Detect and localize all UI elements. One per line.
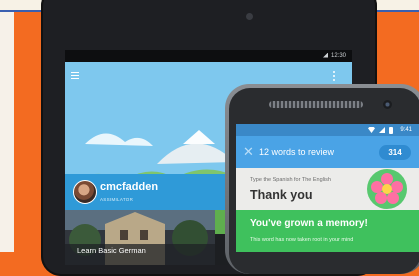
battery-icon bbox=[389, 127, 393, 134]
more-icon[interactable] bbox=[333, 71, 336, 81]
answer-text: Thank you bbox=[250, 188, 313, 202]
banner-title: You've grown a memory! bbox=[250, 218, 368, 229]
phone-screen: 9:41 ✕ 12 words to review 314 Type the S… bbox=[236, 124, 419, 252]
course-image bbox=[65, 210, 215, 265]
phone-camera bbox=[383, 100, 392, 109]
left-border-strip bbox=[0, 12, 14, 252]
menu-icon[interactable] bbox=[71, 72, 79, 79]
wifi-icon bbox=[368, 127, 375, 133]
tablet-status-time: 12:30 bbox=[330, 53, 346, 59]
user-rank: ASSIMILATOR bbox=[100, 197, 134, 202]
tablet-camera bbox=[246, 13, 253, 20]
course-title: Learn Basic German bbox=[77, 246, 146, 255]
banner-text: This word has now taken root in your min… bbox=[250, 237, 354, 243]
phone-speaker bbox=[269, 101, 363, 108]
phone-status-time: 9:41 bbox=[400, 127, 412, 133]
question-prompt: Type the Spanish for The English bbox=[250, 177, 331, 183]
phone-status-bar: 9:41 bbox=[236, 124, 419, 136]
review-count-badge: 314 bbox=[379, 145, 411, 160]
memory-banner: You've grown a memory! This word has now… bbox=[236, 210, 419, 252]
course-card[interactable]: Learn Basic German bbox=[65, 210, 215, 265]
review-toolbar: ✕ 12 words to review 314 bbox=[236, 136, 419, 168]
close-icon[interactable]: ✕ bbox=[243, 142, 254, 162]
tablet-status-bar: 12:30 bbox=[65, 50, 352, 62]
username: cmcfadden bbox=[100, 181, 159, 193]
flower-icon bbox=[367, 169, 407, 209]
question-card: Type the Spanish for The English Thank y… bbox=[236, 168, 419, 210]
review-title: 12 words to review bbox=[259, 147, 335, 157]
tablet-signal-icon bbox=[322, 52, 328, 58]
signal-icon bbox=[379, 127, 385, 133]
avatar bbox=[73, 180, 97, 204]
